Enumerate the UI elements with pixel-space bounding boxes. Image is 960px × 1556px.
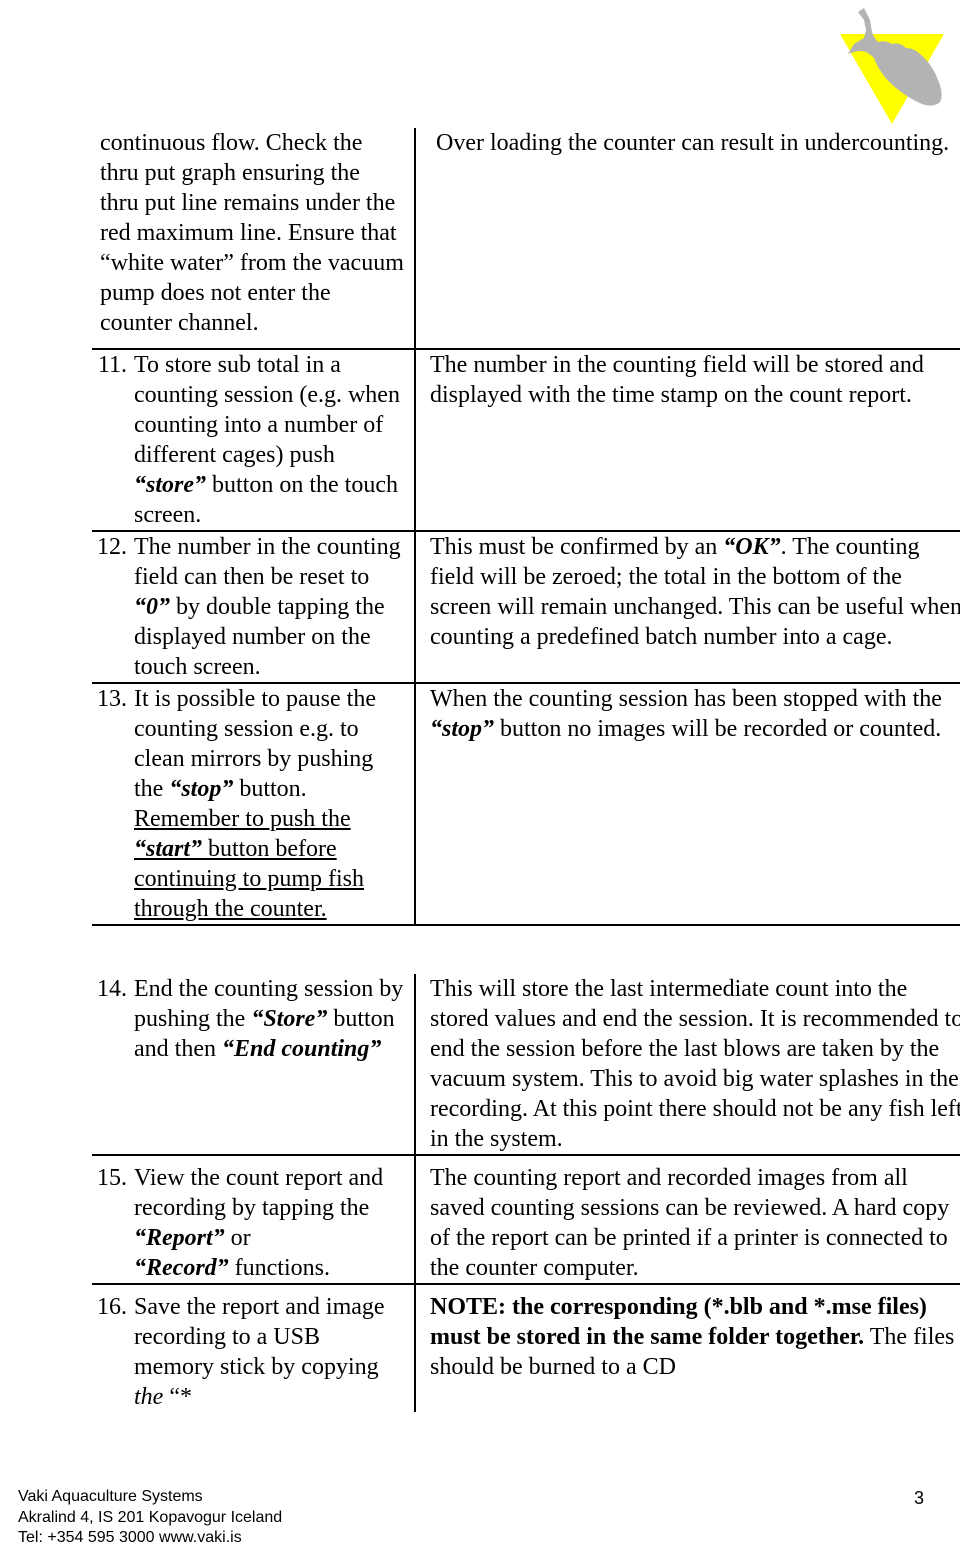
table-row: 13. It is possible to pause the counting… — [92, 683, 960, 926]
step-instruction-cell: 14. End the counting session by pushing … — [92, 974, 416, 1156]
emphasis-report: “Report” — [134, 1225, 225, 1251]
underlined-reminder: Remember to push the “start” button befo… — [134, 806, 364, 922]
emphasis-end-counting: “End counting” — [221, 1036, 382, 1062]
step-number: 16. — [97, 1294, 127, 1320]
step-result-cell: When the counting session has been stopp… — [415, 683, 960, 926]
step-result-text: The counting report and recorded images … — [430, 1165, 950, 1281]
step-15: 15. View the count report and recording … — [92, 1156, 404, 1283]
step-number: 15. — [97, 1165, 127, 1191]
step-text: It is possible to pause the counting ses… — [134, 686, 376, 922]
footer-contact: Tel: +354 595 3000 www.vaki.is — [18, 1529, 242, 1546]
page-footer: Vaki Aquaculture Systems Akralind 4, IS … — [18, 1487, 942, 1549]
step-text: End the counting session by pushing the … — [134, 976, 404, 1062]
emphasis-zero: “0” — [134, 594, 170, 620]
step-instruction-cell: continuous flow. Check the thru put grap… — [92, 128, 416, 350]
table-gap — [92, 926, 948, 974]
step-result-cell: The counting report and recorded images … — [415, 1155, 960, 1285]
step-note-text: NOTE: the corresponding (*.blb and *.mse… — [430, 1294, 955, 1380]
step-text: To store sub total in a counting session… — [134, 352, 400, 528]
step-instruction-cell: 11. To store sub total in a counting ses… — [92, 349, 416, 532]
footer-company: Vaki Aquaculture Systems — [18, 1488, 203, 1505]
step-result-text: Over loading the counter can result in u… — [436, 130, 950, 156]
footer-address: Akralind 4, IS 201 Kopavogur Iceland — [18, 1508, 283, 1526]
step-result-cell: NOTE: the corresponding (*.blb and *.mse… — [415, 1284, 960, 1412]
emphasis-store-btn: “Store” — [251, 1006, 328, 1032]
step-instruction-cell: 15. View the count report and recording … — [92, 1155, 416, 1285]
table-row: 11. To store sub total in a counting ses… — [92, 349, 960, 532]
table-row: 15. View the count report and recording … — [92, 1155, 960, 1285]
step-16: 16. Save the report and image recording … — [92, 1285, 404, 1412]
step-instruction-cell: 13. It is possible to pause the counting… — [92, 683, 416, 926]
steps-table-two: 14. End the counting session by pushing … — [92, 974, 960, 1412]
step-text: View the count report and recording by t… — [134, 1165, 384, 1281]
step-instruction-cell: 12. The number in the counting field can… — [92, 531, 416, 684]
emphasis-the: the — [134, 1384, 164, 1410]
step-result-cell: Over loading the counter can result in u… — [415, 128, 960, 350]
table-row: 12. The number in the counting field can… — [92, 531, 960, 684]
step-result-cell: This will store the last intermediate co… — [415, 974, 960, 1156]
table-row: 16. Save the report and image recording … — [92, 1284, 960, 1412]
step-result-text: The number in the counting field will be… — [430, 352, 924, 408]
step-number: 11. — [97, 352, 127, 378]
emphasis-store: “store” — [134, 472, 206, 498]
step-instruction-cell: 16. Save the report and image recording … — [92, 1284, 416, 1412]
step-continuation-text: continuous flow. Check the thru put grap… — [100, 130, 404, 336]
footer-address-block: Vaki Aquaculture Systems Akralind 4, IS … — [18, 1487, 282, 1549]
step-11: 11. To store sub total in a counting ses… — [92, 350, 404, 530]
vaki-logo — [820, 8, 952, 138]
emphasis-stop: “stop” — [169, 776, 234, 802]
step-result-text: When the counting session has been stopp… — [430, 686, 942, 742]
emphasis-ok: “OK” — [723, 534, 781, 560]
table-row: continuous flow. Check the thru put grap… — [92, 128, 960, 350]
step-number: 12. — [97, 534, 127, 560]
emphasis-stop-result: “stop” — [430, 716, 495, 742]
step-result-cell: This must be confirmed by an “OK”. The c… — [415, 531, 960, 684]
step-text: Save the report and image recording to a… — [134, 1294, 385, 1410]
step-12: 12. The number in the counting field can… — [92, 532, 404, 682]
step-text: The number in the counting field can the… — [134, 534, 401, 680]
step-number: 14. — [97, 976, 127, 1002]
step-14: 14. End the counting session by pushing … — [92, 974, 404, 1064]
page-number: 3 — [913, 1488, 924, 1508]
emphasis-record: “Record” — [134, 1255, 229, 1281]
step-result-text: This must be confirmed by an “OK”. The c… — [430, 534, 960, 650]
step-result-text: This will store the last intermediate co… — [430, 976, 960, 1152]
step-number: 13. — [97, 686, 127, 712]
note-bold-text: NOTE: the corresponding (*.blb and *.mse… — [430, 1294, 927, 1350]
step-13: 13. It is possible to pause the counting… — [92, 684, 404, 924]
emphasis-start: “start” — [134, 836, 203, 862]
steps-table-one: continuous flow. Check the thru put grap… — [92, 128, 960, 926]
page-content: continuous flow. Check the thru put grap… — [92, 128, 960, 1412]
table-row: 14. End the counting session by pushing … — [92, 974, 960, 1156]
step-result-cell: The number in the counting field will be… — [415, 349, 960, 532]
